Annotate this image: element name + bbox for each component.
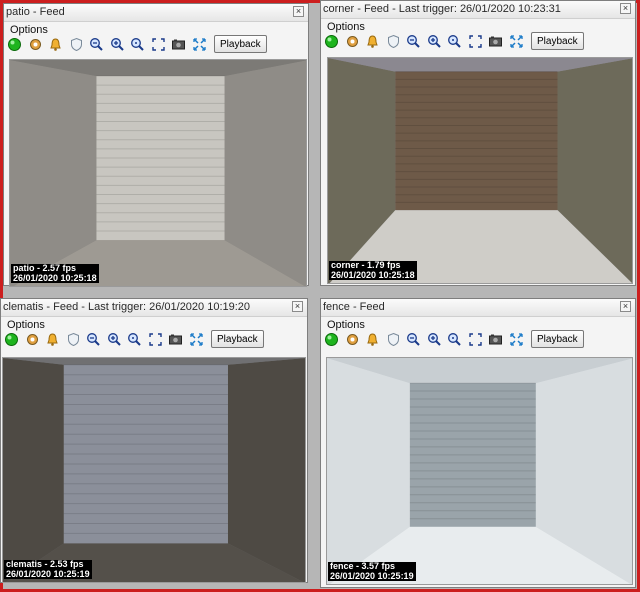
alert-bell-icon[interactable] xyxy=(365,34,380,49)
toolbar: Playback xyxy=(324,330,584,348)
shield-icon[interactable] xyxy=(386,34,401,49)
fit-frame-icon[interactable] xyxy=(151,37,166,52)
fullscreen-icon[interactable] xyxy=(509,34,524,49)
title-bar[interactable]: patio - Feed × xyxy=(4,4,308,22)
alert-bell-icon[interactable] xyxy=(45,332,60,347)
window-title: clematis - Feed - Last trigger: 26/01/20… xyxy=(3,301,251,313)
status-green-icon[interactable] xyxy=(324,332,339,347)
toolbar: Playback xyxy=(4,330,264,348)
snapshot-icon[interactable] xyxy=(488,34,503,49)
zoom-in-icon[interactable] xyxy=(110,37,125,52)
fullscreen-icon[interactable] xyxy=(509,332,524,347)
zoom-in-icon[interactable] xyxy=(427,332,442,347)
snapshot-icon[interactable] xyxy=(488,332,503,347)
zoom-in-icon[interactable] xyxy=(107,332,122,347)
fullscreen-icon[interactable] xyxy=(189,332,204,347)
fit-frame-icon[interactable] xyxy=(468,34,483,49)
feed-window-patio[interactable]: patio - Feed × Options Playback patio - … xyxy=(3,3,309,287)
settings-icon[interactable] xyxy=(345,332,360,347)
window-title: corner - Feed - Last trigger: 26/01/2020… xyxy=(323,3,561,15)
camera-feed[interactable]: corner - 1.79 fps 26/01/2020 10:25:18 xyxy=(327,57,633,284)
overlay-timestamp: 26/01/2020 10:25:19 xyxy=(330,570,414,581)
zoom-reset-icon[interactable] xyxy=(447,332,462,347)
alert-bell-icon[interactable] xyxy=(48,37,63,52)
settings-icon[interactable] xyxy=(345,34,360,49)
feed-overlay: clematis - 2.53 fps 26/01/2020 10:25:19 xyxy=(4,559,92,579)
zoom-out-icon[interactable] xyxy=(406,34,421,49)
close-button[interactable]: × xyxy=(620,301,631,312)
feed-overlay: corner - 1.79 fps 26/01/2020 10:25:18 xyxy=(329,260,417,280)
playback-button[interactable]: Playback xyxy=(531,330,584,348)
title-bar[interactable]: corner - Feed - Last trigger: 26/01/2020… xyxy=(321,1,635,19)
playback-button[interactable]: Playback xyxy=(214,35,267,53)
overlay-timestamp: 26/01/2020 10:25:18 xyxy=(331,269,415,280)
close-button[interactable]: × xyxy=(620,3,631,14)
alert-bell-icon[interactable] xyxy=(365,332,380,347)
window-title: fence - Feed xyxy=(323,301,385,313)
toolbar: Playback xyxy=(324,32,584,50)
title-bar[interactable]: fence - Feed × xyxy=(321,299,635,317)
feed-overlay: patio - 2.57 fps 26/01/2020 10:25:18 xyxy=(11,263,99,283)
fullscreen-icon[interactable] xyxy=(192,37,207,52)
zoom-out-icon[interactable] xyxy=(89,37,104,52)
toolbar: Playback xyxy=(7,35,267,53)
playback-button[interactable]: Playback xyxy=(211,330,264,348)
feed-window-fence[interactable]: fence - Feed × Options Playback fence - … xyxy=(320,298,636,588)
title-bar[interactable]: clematis - Feed - Last trigger: 26/01/20… xyxy=(1,299,307,317)
feed-overlay: fence - 3.57 fps 26/01/2020 10:25:19 xyxy=(328,561,416,581)
status-green-icon[interactable] xyxy=(4,332,19,347)
shield-icon[interactable] xyxy=(66,332,81,347)
zoom-out-icon[interactable] xyxy=(86,332,101,347)
settings-icon[interactable] xyxy=(28,37,43,52)
camera-feed[interactable]: clematis - 2.53 fps 26/01/2020 10:25:19 xyxy=(2,357,306,583)
status-green-icon[interactable] xyxy=(324,34,339,49)
zoom-out-icon[interactable] xyxy=(406,332,421,347)
zoom-in-icon[interactable] xyxy=(427,34,442,49)
zoom-reset-icon[interactable] xyxy=(127,332,142,347)
zoom-reset-icon[interactable] xyxy=(130,37,145,52)
overlay-timestamp: 26/01/2020 10:25:19 xyxy=(6,568,90,579)
fit-frame-icon[interactable] xyxy=(468,332,483,347)
window-title: patio - Feed xyxy=(6,6,65,18)
shield-icon[interactable] xyxy=(386,332,401,347)
settings-icon[interactable] xyxy=(25,332,40,347)
snapshot-icon[interactable] xyxy=(171,37,186,52)
status-green-icon[interactable] xyxy=(7,37,22,52)
snapshot-icon[interactable] xyxy=(168,332,183,347)
feed-window-clematis[interactable]: clematis - Feed - Last trigger: 26/01/20… xyxy=(0,298,308,583)
close-button[interactable]: × xyxy=(292,301,303,312)
feed-window-corner[interactable]: corner - Feed - Last trigger: 26/01/2020… xyxy=(320,0,636,286)
overlay-timestamp: 26/01/2020 10:25:18 xyxy=(13,272,97,283)
zoom-reset-icon[interactable] xyxy=(447,34,462,49)
camera-feed[interactable]: patio - 2.57 fps 26/01/2020 10:25:18 xyxy=(9,59,307,287)
fit-frame-icon[interactable] xyxy=(148,332,163,347)
playback-button[interactable]: Playback xyxy=(531,32,584,50)
shield-icon[interactable] xyxy=(69,37,84,52)
camera-feed[interactable]: fence - 3.57 fps 26/01/2020 10:25:19 xyxy=(326,357,633,585)
close-button[interactable]: × xyxy=(293,6,304,17)
